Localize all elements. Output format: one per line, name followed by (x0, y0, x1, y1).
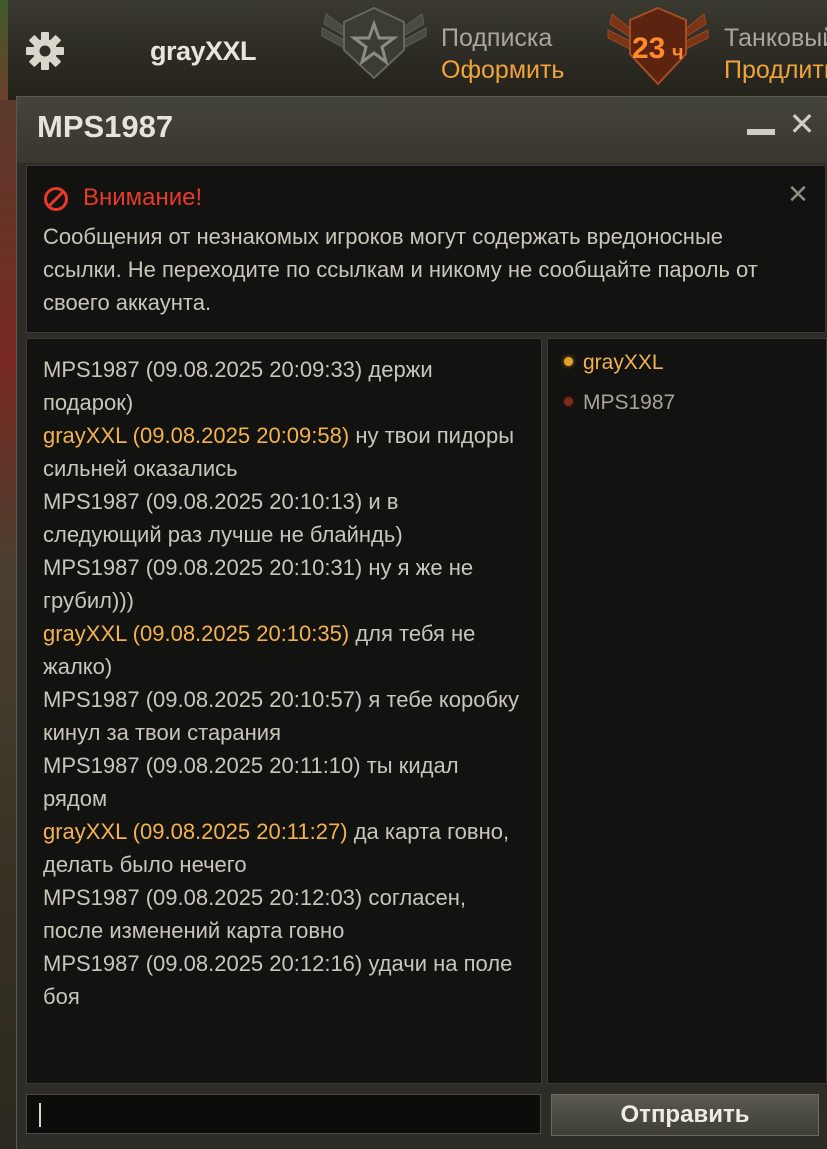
message-author-timestamp: MPS1987 (09.08.2025 20:12:16) (43, 951, 363, 976)
subscription-activate-link[interactable]: Оформить (441, 56, 564, 85)
participant-item[interactable]: MPS1987 (564, 391, 675, 421)
chat-message: MPS1987 (09.08.2025 20:10:57) я тебе кор… (43, 683, 523, 749)
warning-close-icon[interactable]: ✕ (786, 181, 810, 207)
message-author-timestamp: grayXXL (09.08.2025 20:10:35) (43, 621, 350, 646)
gear-icon[interactable] (24, 30, 66, 72)
text-caret (39, 1103, 41, 1127)
tank-premium-label: Танковый (724, 24, 827, 52)
message-author-timestamp: MPS1987 (09.08.2025 20:12:03) (43, 885, 363, 910)
warning-text: Сообщения от незнакомых игроков могут со… (43, 224, 758, 315)
chat-message: MPS1987 (09.08.2025 20:12:03) согласен, … (43, 881, 523, 947)
warning-banner: Внимание! ✕ Сообщения от незнакомых игро… (26, 165, 826, 333)
minimize-icon (747, 129, 775, 135)
message-author-timestamp: MPS1987 (09.08.2025 20:10:13) (43, 489, 363, 514)
participant-name: MPS1987 (583, 391, 676, 414)
chat-message: MPS1987 (09.08.2025 20:10:13) и в следую… (43, 485, 523, 551)
warning-title: Внимание! (83, 184, 203, 211)
premium-star-emblem-icon[interactable] (318, 4, 430, 84)
message-author-timestamp: MPS1987 (09.08.2025 20:11:10) (43, 753, 361, 778)
participant-name: grayXXL (583, 351, 664, 374)
game-background (0, 100, 16, 1149)
message-author-timestamp: grayXXL (09.08.2025 20:11:27) (43, 819, 348, 844)
chat-message: MPS1987 (09.08.2025 20:11:10) ты кидал р… (43, 749, 523, 815)
chat-message: grayXXL (09.08.2025 20:11:27) да карта г… (43, 815, 523, 881)
chat-message: MPS1987 (09.08.2025 20:10:31) ну я же не… (43, 551, 523, 617)
no-entry-icon (43, 186, 69, 212)
minimize-button[interactable] (747, 117, 777, 147)
chat-message: grayXXL (09.08.2025 20:09:58) ну твои пи… (43, 419, 523, 485)
tank-premium-extend-link[interactable]: Продлить (724, 56, 827, 85)
send-button[interactable]: Отправить (551, 1094, 819, 1136)
top-header-bar: grayXXL Подписка Оформить 23 ч Танковый … (0, 0, 827, 100)
status-dot-icon (564, 396, 573, 406)
close-button[interactable]: ✕ (787, 108, 817, 140)
premium-hours-unit: ч (672, 42, 684, 64)
window-titlebar[interactable]: MPS1987 ✕ (17, 97, 827, 163)
chat-message: MPS1987 (09.08.2025 20:12:16) удачи на п… (43, 947, 523, 1013)
message-author-timestamp: MPS1987 (09.08.2025 20:10:31) (43, 555, 363, 580)
message-author-timestamp: grayXXL (09.08.2025 20:09:58) (43, 423, 350, 448)
message-author-timestamp: MPS1987 (09.08.2025 20:09:33) (43, 357, 363, 382)
chat-message: grayXXL (09.08.2025 20:10:35) для тебя н… (43, 617, 523, 683)
background-strip (0, 0, 8, 100)
chat-message: MPS1987 (09.08.2025 20:09:33) держи пода… (43, 353, 523, 419)
player-username[interactable]: grayXXL (150, 36, 257, 67)
premium-hours-value: 23 (632, 32, 666, 65)
chat-window: MPS1987 ✕ Внимание! ✕ Сообщения от незна… (16, 96, 827, 1149)
participant-item[interactable]: grayXXL (564, 351, 664, 381)
message-input[interactable] (26, 1094, 541, 1134)
message-history[interactable]: MPS1987 (09.08.2025 20:09:33) держи пода… (26, 338, 542, 1084)
message-list: MPS1987 (09.08.2025 20:09:33) держи пода… (43, 353, 523, 1013)
status-dot-icon (564, 356, 573, 366)
participants-list: grayXXL MPS1987 (547, 338, 827, 1084)
window-title: MPS1987 (37, 109, 174, 144)
message-author-timestamp: MPS1987 (09.08.2025 20:10:57) (43, 687, 363, 712)
subscription-label: Подписка (441, 24, 553, 52)
